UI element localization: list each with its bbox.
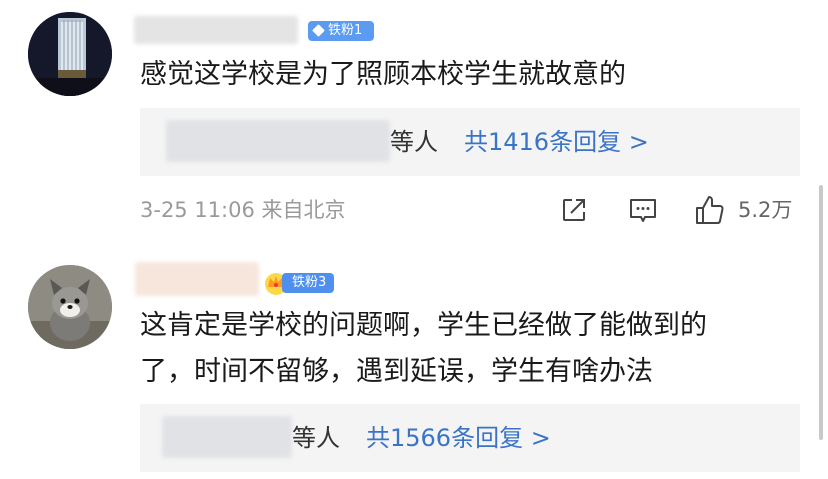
reply-users-redacted bbox=[162, 416, 292, 458]
comment-meta: 3-25 11:06 来自北京 bbox=[140, 194, 346, 226]
comment-icon[interactable] bbox=[628, 197, 658, 225]
reply-users-suffix: 等人 bbox=[390, 128, 438, 156]
avatar-image bbox=[28, 12, 112, 96]
comment-text-line: 这肯定是学校的问题啊，学生已经做了能做到的 bbox=[140, 310, 707, 341]
scrollbar[interactable] bbox=[819, 185, 823, 440]
reply-users-suffix: 等人 bbox=[292, 424, 340, 452]
replies-link[interactable]: 共1416条回复 > bbox=[464, 108, 649, 176]
fan-badge[interactable]: 铁粉3 bbox=[282, 273, 334, 293]
fan-badge[interactable]: 铁粉1 bbox=[308, 21, 374, 41]
avatar-image bbox=[28, 265, 112, 349]
like-count: 5.2万 bbox=[738, 198, 793, 222]
fan-badge-label: 铁粉1 bbox=[328, 23, 363, 38]
avatar[interactable] bbox=[28, 12, 112, 96]
username-redacted[interactable] bbox=[135, 262, 259, 296]
comment-text: 感觉这学校是为了照顾本校学生就故意的 bbox=[140, 59, 626, 90]
replies-link[interactable]: 共1566条回复 > bbox=[366, 404, 551, 472]
replies-box[interactable]: 等人 共1566条回复 > bbox=[140, 404, 800, 472]
comment-time: 3-25 11:06 bbox=[140, 198, 255, 222]
comment-text-line: 了，时间不留够，遇到延误，学生有啥办法 bbox=[140, 356, 653, 387]
diamond-icon bbox=[312, 24, 325, 37]
share-icon[interactable] bbox=[560, 196, 588, 224]
reply-users-redacted bbox=[166, 120, 390, 162]
avatar[interactable] bbox=[28, 265, 112, 349]
comment-location: 来自北京 bbox=[261, 198, 346, 222]
like-icon[interactable] bbox=[694, 194, 726, 226]
username-redacted[interactable] bbox=[134, 16, 298, 44]
fan-badge-label: 铁粉3 bbox=[292, 275, 327, 290]
replies-box[interactable]: 等人 共1416条回复 > bbox=[140, 108, 800, 176]
